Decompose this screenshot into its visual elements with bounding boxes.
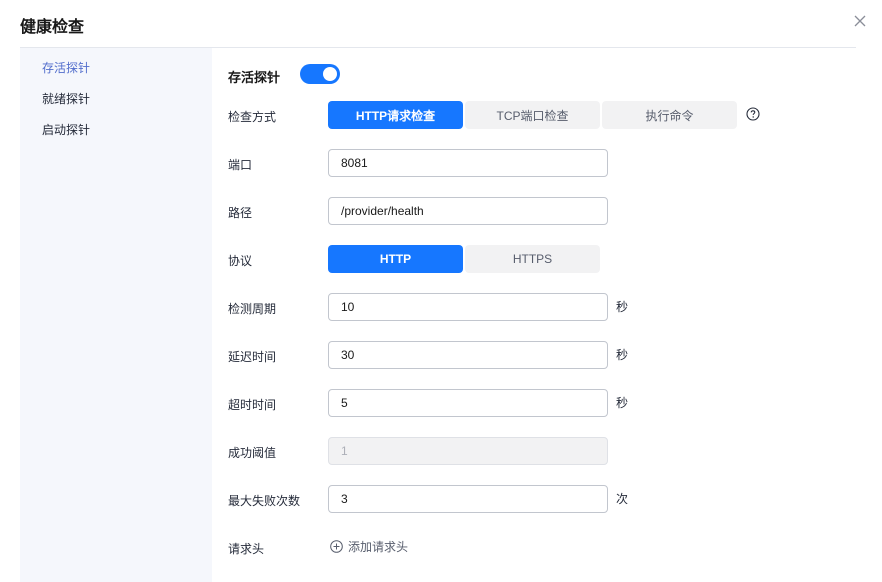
nav-item-startup[interactable]: 启动探针 [42, 121, 90, 138]
check-method-label: 检查方式 [228, 110, 277, 124]
path-label: 路径 [228, 206, 253, 220]
nav-item-readiness[interactable]: 就绪探针 [42, 90, 90, 107]
check-method-exec-button[interactable]: 执行命令 [602, 101, 737, 129]
help-icon[interactable] [746, 107, 760, 121]
max-failures-unit: 次 [616, 492, 629, 506]
success-threshold-label: 成功阈值 [228, 446, 277, 460]
port-label: 端口 [228, 158, 253, 172]
period-label: 检测周期 [228, 302, 277, 316]
check-method-http-button[interactable]: HTTP请求检查 [328, 101, 463, 129]
probe-nav: 存活探针 就绪探针 启动探针 [20, 48, 212, 582]
add-request-header-label: 添加请求头 [348, 540, 409, 554]
check-method-tcp-button[interactable]: TCP端口检查 [465, 101, 600, 129]
protocol-label: 协议 [228, 254, 253, 268]
timeout-input[interactable]: 5 [328, 389, 608, 417]
nav-item-liveness[interactable]: 存活探针 [42, 59, 90, 76]
max-failures-input[interactable]: 3 [328, 485, 608, 513]
delay-input[interactable]: 30 [328, 341, 608, 369]
protocol-http-button[interactable]: HTTP [328, 245, 463, 273]
timeout-label: 超时时间 [228, 398, 277, 412]
dialog-title: 健康检查 [20, 19, 85, 36]
probe-enabled-toggle[interactable] [300, 64, 340, 84]
add-request-header-button[interactable]: 添加请求头 [330, 538, 408, 555]
delay-label: 延迟时间 [228, 350, 277, 364]
period-input[interactable]: 10 [328, 293, 608, 321]
close-icon[interactable] [850, 11, 870, 31]
timeout-unit: 秒 [616, 396, 629, 410]
path-input[interactable]: /provider/health [328, 197, 608, 225]
section-title: 存活探针 [228, 70, 281, 85]
period-unit: 秒 [616, 300, 629, 314]
request-headers-label: 请求头 [228, 542, 265, 556]
close-button[interactable] [850, 11, 870, 31]
probe-form: 存活探针 检查方式 HTTP请求检查 TCP端口检查 执行命令 端口 8081 … [228, 48, 868, 582]
port-input[interactable]: 8081 [328, 149, 608, 177]
delay-unit: 秒 [616, 348, 629, 362]
protocol-https-button[interactable]: HTTPS [465, 245, 600, 273]
toggle-knob [323, 67, 337, 81]
plus-circle-icon [330, 540, 343, 553]
success-threshold-input: 1 [328, 437, 608, 465]
max-failures-label: 最大失败次数 [228, 494, 301, 508]
